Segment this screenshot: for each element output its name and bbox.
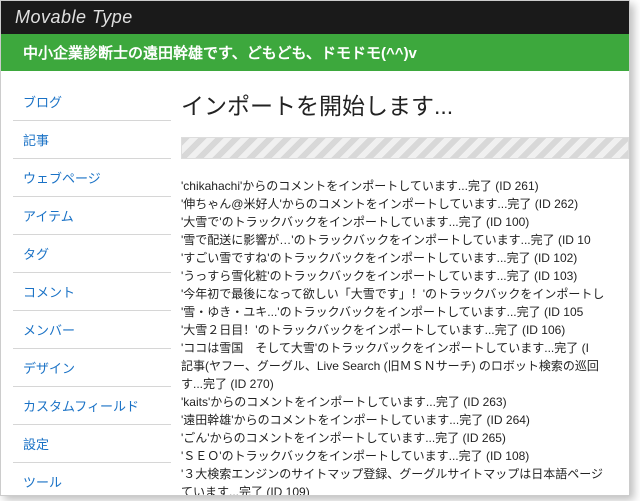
log-line: '雪で配送に影響が…'のトラックバックをインポートしています...完了 (ID …: [181, 231, 629, 249]
log-line: 'kaits'からのコメントをインポートしています...完了 (ID 263): [181, 393, 629, 411]
sidebar-item-label: メンバー: [23, 323, 75, 338]
sidebar-item-label: ツール: [23, 475, 62, 490]
sidebar-item-blog[interactable]: ブログ: [13, 83, 171, 121]
sidebar-item-label: デザイン: [23, 361, 75, 376]
log-line: 'すごい雪ですね'のトラックバックをインポートしています...完了 (ID 10…: [181, 249, 629, 267]
log-line: '大雪で'のトラックバックをインポートしています...完了 (ID 100): [181, 213, 629, 231]
sidebar-item-entries[interactable]: 記事: [13, 121, 171, 159]
sidebar-item-tools[interactable]: ツール: [13, 463, 171, 496]
sidebar-item-items[interactable]: アイテム: [13, 197, 171, 235]
sidebar-item-members[interactable]: メンバー: [13, 311, 171, 349]
main-content: インポートを開始します... 'chikahachi'からのコメントをインポート…: [181, 83, 629, 496]
log-line: '今年初で最後になって欲しい「大雪です」！'のトラックバックをインポートし: [181, 285, 629, 303]
sidebar-item-comments[interactable]: コメント: [13, 273, 171, 311]
log-line: 'ごん'からのコメントをインポートしています...完了 (ID 265): [181, 429, 629, 447]
log-line: 'ＳＥＯ'のトラックバックをインポートしています...完了 (ID 108): [181, 447, 629, 465]
log-line: 'ココは雪国 そして大雪'のトラックバックをインポートしています...完了 (I: [181, 339, 629, 357]
log-line: 記事(ヤフー、グーグル、Live Search (旧ＭＳＮサーチ) のロボット検…: [181, 357, 629, 375]
page-title: インポートを開始します...: [181, 87, 629, 121]
sidebar-item-settings[interactable]: 設定: [13, 425, 171, 463]
log-line: '大雪２日目！'のトラックバックをインポートしています...完了 (ID 106…: [181, 321, 629, 339]
sidebar-item-webpages[interactable]: ウェブページ: [13, 159, 171, 197]
sidebar-item-label: コメント: [23, 285, 75, 300]
log-line: 'chikahachi'からのコメントをインポートしています...完了 (ID …: [181, 177, 629, 195]
log-line: 'うっすら雪化粧'のトラックバックをインポートしています...完了 (ID 10…: [181, 267, 629, 285]
sidebar-item-tags[interactable]: タグ: [13, 235, 171, 273]
sidebar-item-label: ウェブページ: [23, 171, 101, 186]
sidebar-item-label: ブログ: [23, 95, 62, 110]
sidebar-item-label: アイテム: [23, 209, 74, 224]
sidebar-item-design[interactable]: デザイン: [13, 349, 171, 387]
log-line: '伸ちゃん@米好人'からのコメントをインポートしています...完了 (ID 26…: [181, 195, 629, 213]
sidebar-item-label: 設定: [23, 437, 49, 452]
sidebar-item-label: タグ: [23, 247, 49, 262]
sidebar: ブログ 記事 ウェブページ アイテム タグ コメント メンバー デザイン カスタ…: [13, 83, 171, 496]
log-line: す...完了 (ID 270): [181, 375, 629, 393]
blog-title-bar: 中小企業診断士の遠田幹雄です、どもども、ドモドモ(^^)v: [1, 34, 629, 71]
sidebar-item-label: カスタムフィールド: [23, 399, 139, 414]
blog-title: 中小企業診断士の遠田幹雄です、どもども、ドモドモ(^^)v: [23, 45, 417, 62]
import-log: 'chikahachi'からのコメントをインポートしています...完了 (ID …: [181, 177, 629, 496]
progress-bar: [181, 137, 629, 159]
topbar: Movable Type: [1, 1, 629, 34]
sidebar-item-label: 記事: [23, 133, 49, 148]
log-line: '３大検索エンジンのサイトマップ登録、グーグルサイトマップは日本語ページ: [181, 465, 629, 483]
brand-text: Movable Type: [15, 7, 133, 27]
log-line: ています...完了 (ID 109): [181, 483, 629, 496]
log-line: '遠田幹雄'からのコメントをインポートしています...完了 (ID 264): [181, 411, 629, 429]
sidebar-item-customfields[interactable]: カスタムフィールド: [13, 387, 171, 425]
log-line: '雪・ゆき・ユキ...'のトラックバックをインポートしています...完了 (ID…: [181, 303, 629, 321]
